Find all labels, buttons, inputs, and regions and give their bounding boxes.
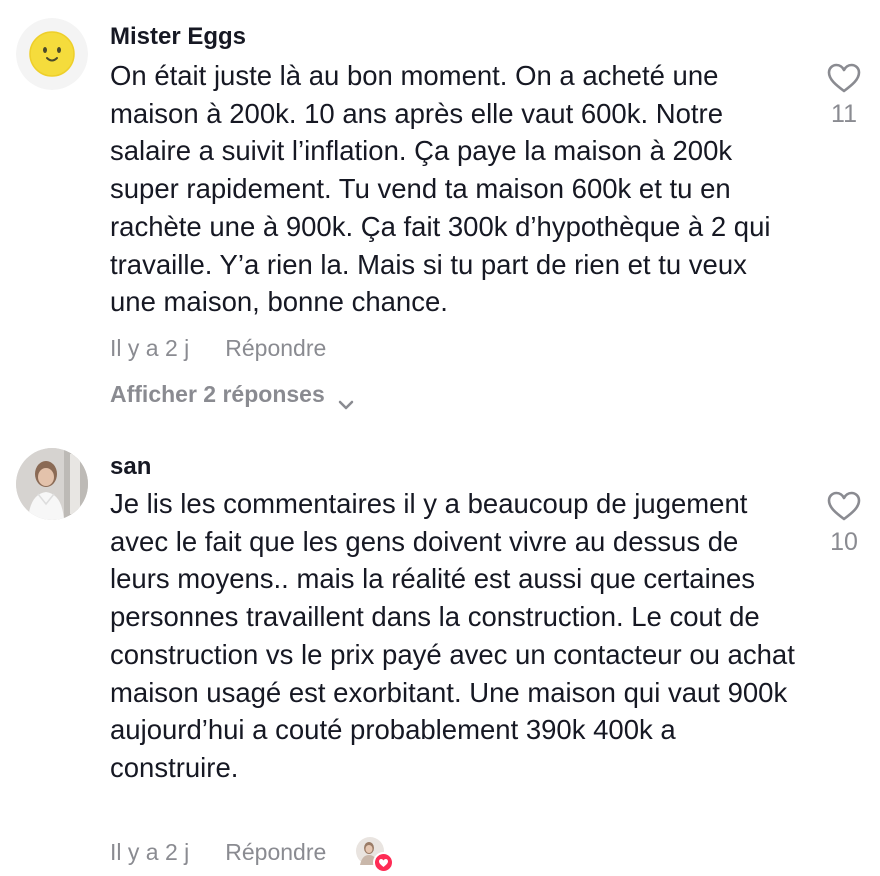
comment-meta: Il y a 2 j Répondre <box>110 333 326 363</box>
avatar[interactable] <box>16 18 88 90</box>
heart-outline-icon <box>827 63 861 93</box>
avatar[interactable] <box>16 448 88 520</box>
comment-meta: Il y a 2 j Répondre <box>110 837 395 873</box>
show-replies-label: Afficher 2 réponses <box>110 381 325 407</box>
comment-text: Je lis les commentaires il y a beaucoup … <box>110 488 795 783</box>
comment-username[interactable]: san <box>110 452 151 482</box>
heart-badge-icon <box>373 852 395 873</box>
creator-liked-indicator <box>356 837 395 873</box>
comment-timestamp: Il y a 2 j <box>110 839 190 865</box>
reply-button[interactable]: Répondre <box>225 333 326 363</box>
heart-outline-icon <box>827 491 861 521</box>
user-photo <box>16 448 88 520</box>
reply-button[interactable]: Répondre <box>225 837 326 867</box>
like-button[interactable]: 10 <box>818 490 870 557</box>
show-replies-button[interactable]: Afficher 2 réponses <box>110 379 355 410</box>
like-count: 10 <box>830 528 858 556</box>
comment-username[interactable]: Mister Eggs <box>110 22 246 52</box>
comment-text: On était juste là au bon moment. On a ac… <box>110 60 771 318</box>
egg-face-icon <box>16 18 88 90</box>
comment-timestamp: Il y a 2 j <box>110 335 190 361</box>
comment-item: Mister Eggs On était juste là au bon mom… <box>0 0 880 420</box>
like-count: 11 <box>831 100 857 128</box>
chevron-down-icon <box>337 388 355 410</box>
comment-item: san Je lis les commentaires il y a beauc… <box>0 440 880 876</box>
like-button[interactable]: 11 <box>818 62 870 129</box>
